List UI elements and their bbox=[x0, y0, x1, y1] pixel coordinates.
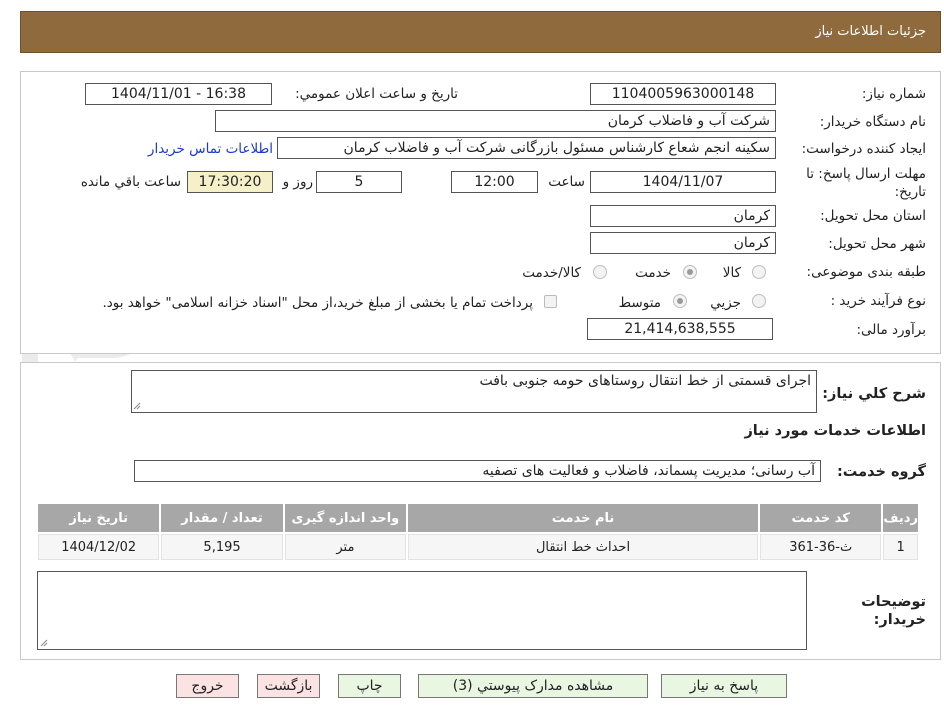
buyer-org-field: شرکت آب و فاضلاب کرمان bbox=[215, 110, 776, 132]
col-unit: واحد اندازه گیری bbox=[284, 504, 407, 532]
services-section-title: اطلاعات خدمات مورد نیاز bbox=[744, 423, 926, 439]
days-remaining-field: 5 bbox=[316, 171, 402, 193]
category-goods-service-label: کالا/خدمت bbox=[522, 265, 581, 281]
process-medium-label: متوسط bbox=[618, 295, 661, 311]
budget-label: برآورد مالی: bbox=[856, 322, 926, 338]
summary-label: شرح کلي نیاز: bbox=[822, 386, 926, 402]
treasury-payment-checkbox[interactable] bbox=[544, 295, 557, 308]
remaining-time-field: 17:30:20 bbox=[187, 171, 273, 193]
buyer-notes-label-2: خریدار: bbox=[873, 612, 926, 628]
need-number-field: 1104005963000148 bbox=[590, 83, 776, 105]
service-group-field: آب رسانی؛ مدیریت پسماند، فاضلاب و فعالیت… bbox=[134, 460, 821, 482]
services-table: رديف کد خدمت نام خدمت واحد اندازه گیری ت… bbox=[36, 502, 920, 562]
deadline-time-label: ساعت bbox=[548, 174, 585, 190]
cell-service-code: ث-36-361 bbox=[760, 534, 882, 560]
buyer-org-label: نام دستگاه خريدار: bbox=[819, 114, 926, 130]
summary-textarea[interactable]: اجرای قسمتی از خط انتقال روستاهای حومه ج… bbox=[131, 370, 817, 413]
announce-datetime-field: 1404/11/01 - 16:38 bbox=[85, 83, 272, 105]
deadline-date-field: 1404/11/07 bbox=[590, 171, 776, 193]
col-service-name: نام خدمت bbox=[408, 504, 759, 532]
category-service-radio[interactable] bbox=[683, 265, 697, 279]
exit-button[interactable]: خروج bbox=[176, 674, 239, 698]
services-table-wrap: رديف کد خدمت نام خدمت واحد اندازه گیری ت… bbox=[36, 502, 920, 562]
budget-field: 21,414,638,555 bbox=[587, 318, 773, 340]
announce-datetime-label: تاریخ و ساعت اعلان عمومي: bbox=[295, 86, 458, 102]
resize-handle-icon[interactable] bbox=[133, 402, 141, 410]
remaining-time-label: ساعت باقي مانده bbox=[80, 174, 181, 190]
service-group-label: گروه خدمت: bbox=[836, 464, 926, 480]
process-label: نوع فرآيند خريد : bbox=[830, 293, 926, 309]
city-label: شهر محل تحويل: bbox=[828, 236, 926, 252]
buyer-contact-link[interactable]: اطلاعات تماس خريدار bbox=[148, 141, 273, 157]
resize-handle-icon[interactable] bbox=[40, 639, 48, 647]
deadline-label: مهلت ارسال پاسخ: تا bbox=[806, 166, 926, 182]
category-goods-service-radio[interactable] bbox=[593, 265, 607, 279]
table-row: 1 ث-36-361 احداث خط انتقال متر 5,195 140… bbox=[38, 534, 918, 560]
province-label: استان محل تحويل: bbox=[820, 208, 926, 224]
print-button[interactable]: چاپ bbox=[338, 674, 401, 698]
deadline-label-date: تاريخ: bbox=[894, 184, 926, 200]
services-table-header: رديف کد خدمت نام خدمت واحد اندازه گیری ت… bbox=[38, 504, 918, 532]
summary-text: اجرای قسمتی از خط انتقال روستاهای حومه ج… bbox=[479, 373, 811, 389]
cell-unit: متر bbox=[284, 534, 407, 560]
process-medium-radio[interactable] bbox=[673, 294, 687, 308]
category-label: طبقه بندی موضوعی: bbox=[806, 264, 926, 280]
page-title: جزئیات اطلاعات نیاز bbox=[815, 24, 926, 39]
col-service-code: کد خدمت bbox=[760, 504, 882, 532]
col-row: رديف bbox=[883, 504, 918, 532]
cell-need-date: 1404/12/02 bbox=[38, 534, 160, 560]
need-number-label: شماره نیاز: bbox=[861, 86, 926, 102]
back-button[interactable]: بازگشت bbox=[257, 674, 320, 698]
col-need-date: تاريخ نياز bbox=[38, 504, 160, 532]
creator-field: سکینه انجم شعاع کارشناس مسئول بازرگانی ش… bbox=[277, 137, 776, 159]
buyer-notes-textarea[interactable] bbox=[37, 571, 807, 650]
city-field: کرمان bbox=[590, 232, 776, 254]
process-minor-radio[interactable] bbox=[752, 294, 766, 308]
deadline-time-field: 12:00 bbox=[451, 171, 538, 193]
reply-button[interactable]: پاسخ به نیاز bbox=[661, 674, 787, 698]
treasury-payment-note: پرداخت تمام یا بخشی از مبلغ خرید،از محل … bbox=[102, 295, 533, 311]
days-label: روز و bbox=[282, 174, 313, 190]
process-minor-label: جزیي bbox=[710, 295, 741, 311]
category-service-label: خدمت bbox=[635, 265, 671, 281]
cell-row: 1 bbox=[883, 534, 918, 560]
category-goods-label: کالا bbox=[722, 265, 741, 281]
col-quantity: تعداد / مقدار bbox=[161, 504, 283, 532]
category-goods-radio[interactable] bbox=[752, 265, 766, 279]
cell-service-name: احداث خط انتقال bbox=[408, 534, 759, 560]
buyer-notes-label: توضیحات bbox=[861, 594, 926, 610]
cell-quantity: 5,195 bbox=[161, 534, 283, 560]
page-header: جزئیات اطلاعات نیاز bbox=[20, 11, 941, 53]
attachments-button[interactable]: مشاهده مدارک پیوستي (3) bbox=[418, 674, 648, 698]
province-field: کرمان bbox=[590, 205, 776, 227]
creator-label: ايجاد كننده درخواست: bbox=[801, 141, 926, 157]
